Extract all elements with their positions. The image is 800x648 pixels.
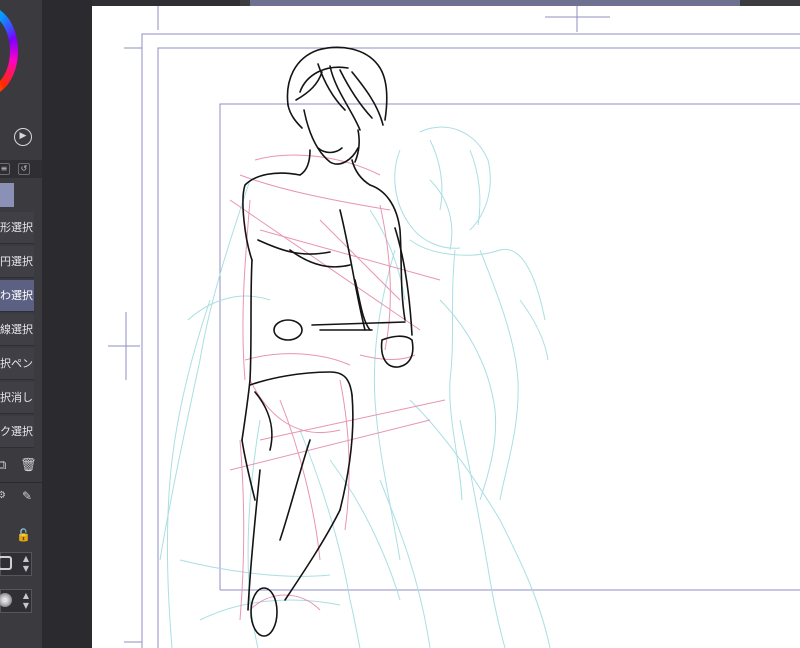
- canvas-artwork: [108, 6, 800, 648]
- hand-ellipse: [273, 319, 303, 341]
- foot-ellipse: [250, 587, 278, 637]
- frame-guides: [108, 6, 800, 648]
- trim-frame: [157, 47, 800, 648]
- ink-layer: [241, 46, 414, 637]
- safe-frame: [219, 103, 800, 590]
- rough-sketch-layer: [159, 126, 551, 648]
- construction-layer: [229, 154, 446, 621]
